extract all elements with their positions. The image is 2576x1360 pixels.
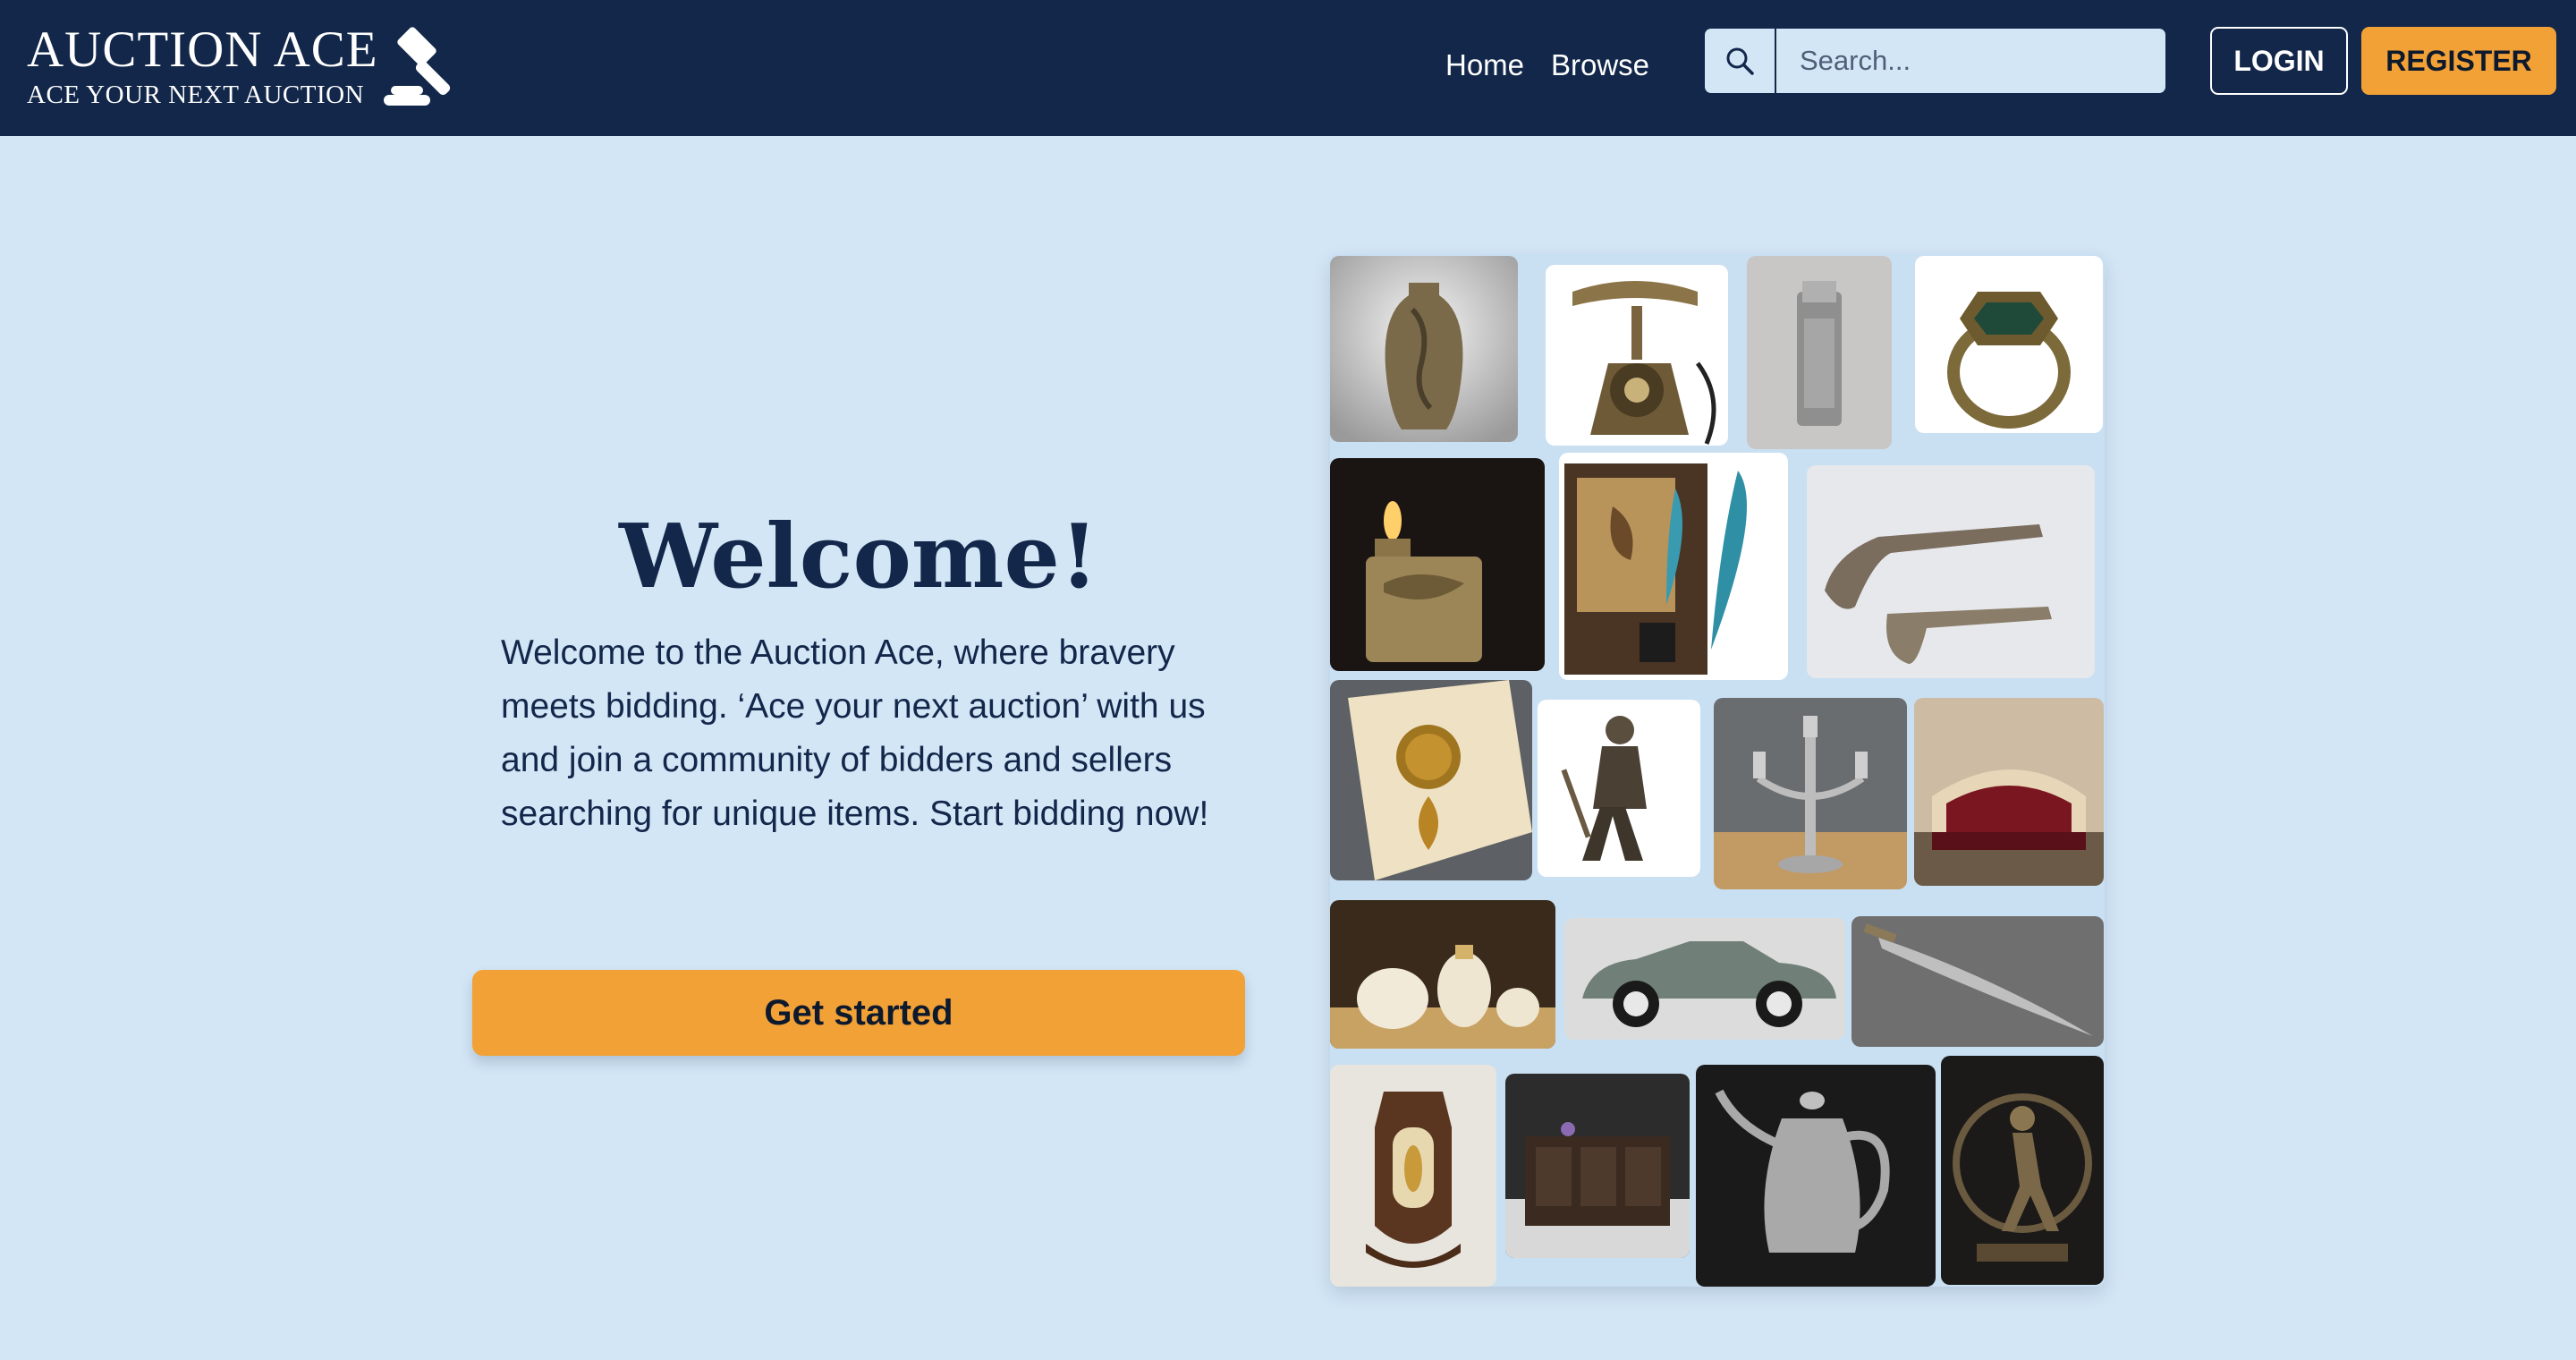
search-icon bbox=[1726, 47, 1754, 75]
get-started-button[interactable]: Get started bbox=[472, 970, 1245, 1056]
gallery-item-warrior-statuette[interactable] bbox=[1538, 700, 1700, 877]
brand-tagline: ACE YOUR NEXT AUCTION bbox=[27, 81, 365, 109]
gallery-item-bronze-vase[interactable] bbox=[1330, 256, 1518, 442]
warrior-statuette-image bbox=[1538, 700, 1700, 877]
gallery-item-flintlock-pistols[interactable] bbox=[1807, 465, 2095, 678]
brand[interactable]: AUCTION ACE ACE YOUR NEXT AUCTION bbox=[27, 21, 378, 111]
gallery-item-carved-chest[interactable] bbox=[1505, 1074, 1690, 1258]
quill-pen-set-image bbox=[1559, 453, 1788, 680]
amber-pendant-image bbox=[1330, 680, 1532, 880]
gallery-item-quill-pen-set[interactable] bbox=[1559, 453, 1788, 680]
welcome-title: Welcome! bbox=[619, 506, 1098, 608]
search-bar bbox=[1705, 29, 2165, 93]
brand-name: AUCTION ACE bbox=[27, 21, 378, 78]
gallery-item-emerald-ring[interactable] bbox=[1915, 256, 2103, 433]
navbar: AUCTION ACE ACE YOUR NEXT AUCTION Home B… bbox=[0, 0, 2576, 136]
gallery-item-victorian-sofa[interactable] bbox=[1914, 698, 2104, 886]
silver-lighter-image bbox=[1747, 256, 1892, 449]
nataraja-statue-image bbox=[1941, 1056, 2104, 1285]
emerald-ring-image bbox=[1915, 256, 2103, 433]
gallery-item-porcelain-tea-set[interactable] bbox=[1330, 900, 1555, 1049]
gallery-item-silver-lighter[interactable] bbox=[1747, 256, 1892, 449]
login-button[interactable]: LOGIN bbox=[2210, 27, 2348, 95]
nav-home-link[interactable]: Home bbox=[1445, 47, 1524, 84]
gallery-item-brass-lighter[interactable] bbox=[1330, 458, 1545, 671]
nav-browse-link[interactable]: Browse bbox=[1551, 47, 1649, 84]
search-input[interactable] bbox=[1778, 29, 2165, 93]
auction-items-gallery bbox=[1330, 254, 2105, 1287]
register-button[interactable]: REGISTER bbox=[2361, 27, 2556, 95]
carved-chest-image bbox=[1505, 1074, 1690, 1258]
gallery-item-vintage-car[interactable] bbox=[1564, 918, 1845, 1040]
antique-telephone-image bbox=[1546, 265, 1728, 446]
bronze-vase-image bbox=[1330, 256, 1518, 442]
porcelain-tea-set-image bbox=[1330, 900, 1555, 1049]
vintage-car-image bbox=[1564, 918, 1845, 1040]
gavel-icon bbox=[384, 27, 451, 106]
gallery-item-antique-telephone[interactable] bbox=[1546, 265, 1728, 446]
silver-teapot-image bbox=[1696, 1065, 1936, 1287]
gallery-item-amber-pendant[interactable] bbox=[1330, 680, 1532, 880]
gallery-item-silver-candelabra[interactable] bbox=[1714, 698, 1907, 889]
gallery-item-curved-sword[interactable] bbox=[1852, 916, 2104, 1047]
gallery-item-ornate-wall-clock[interactable] bbox=[1330, 1065, 1496, 1287]
curved-sword-image bbox=[1852, 916, 2104, 1047]
gallery-item-nataraja-statue[interactable] bbox=[1941, 1056, 2104, 1285]
search-button[interactable] bbox=[1705, 29, 1776, 93]
victorian-sofa-image bbox=[1914, 698, 2104, 886]
silver-candelabra-image bbox=[1714, 698, 1907, 889]
gallery-item-silver-teapot[interactable] bbox=[1696, 1065, 1936, 1287]
brass-lighter-image bbox=[1330, 458, 1545, 671]
flintlock-pistols-image bbox=[1807, 465, 2095, 678]
ornate-wall-clock-image bbox=[1330, 1065, 1496, 1287]
welcome-description: Welcome to the Auction Ace, where braver… bbox=[501, 633, 1209, 833]
